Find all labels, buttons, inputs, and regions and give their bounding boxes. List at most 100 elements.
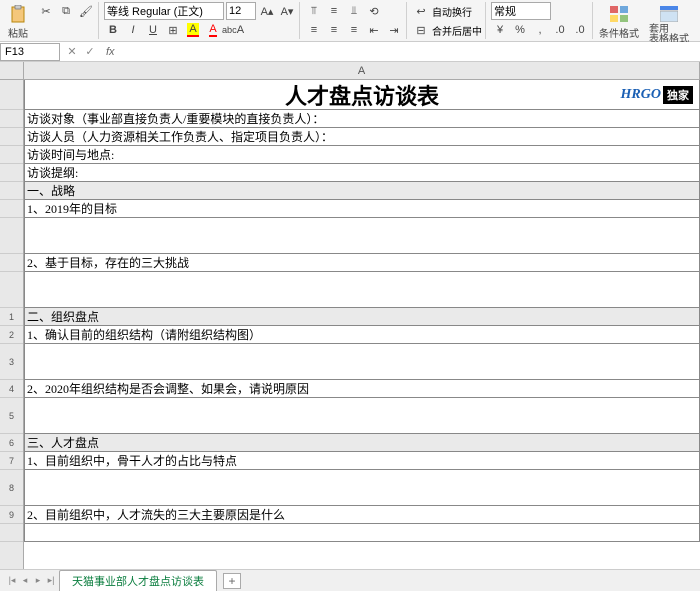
row-header[interactable] <box>0 272 23 308</box>
cell-row[interactable] <box>24 272 700 308</box>
copy-icon[interactable]: ⧉ <box>57 2 75 20</box>
cell-row[interactable]: 一、战略 <box>24 182 700 200</box>
enter-icon[interactable]: ✓ <box>82 44 98 60</box>
font-name-select[interactable] <box>104 2 224 20</box>
fill-color-button[interactable]: A <box>184 21 202 39</box>
row-header[interactable]: 4 <box>0 380 23 398</box>
bold-button[interactable]: B <box>104 21 122 39</box>
row-header[interactable] <box>0 254 23 272</box>
cell-row[interactable]: 访谈人员（人力资源相关工作负责人、指定项目负责人）： <box>24 128 700 146</box>
formula-input[interactable] <box>119 43 700 61</box>
row-header[interactable]: 3 <box>0 344 23 380</box>
cell-row[interactable]: 三、人才盘点 <box>24 434 700 452</box>
tab-last-icon[interactable]: ▸| <box>45 574 57 588</box>
align-right-icon[interactable]: ≡ <box>345 21 363 39</box>
cell-row[interactable]: 2、基于目标，存在的三大挑战 <box>24 254 700 272</box>
cell-row[interactable] <box>24 524 700 542</box>
currency-icon[interactable]: ¥ <box>491 21 509 39</box>
cell-text: 二、组织盘点 <box>27 308 99 325</box>
align-top-icon[interactable]: ⫪ <box>305 2 323 20</box>
underline-button[interactable]: U <box>144 21 162 39</box>
paste-button[interactable]: 粘贴 <box>4 2 32 42</box>
sheet-area: 123456789 人才盘点访谈表HRGO独家访谈对象（事业部直接负责人/重要模… <box>0 80 700 569</box>
cell-row[interactable]: 访谈提纲: <box>24 164 700 182</box>
align-left-icon[interactable]: ≡ <box>305 21 323 39</box>
increase-font-icon[interactable]: A▴ <box>258 2 276 20</box>
cell-text: 2、目前组织中，人才流失的三大主要原因是什么 <box>27 506 285 523</box>
clipboard-icon <box>8 4 28 24</box>
comma-icon[interactable]: , <box>531 21 549 39</box>
cell-row[interactable]: 1、目前组织中，骨干人才的占比与特点 <box>24 452 700 470</box>
inc-decimal-icon[interactable]: .0 <box>551 21 569 39</box>
hrgo-logo: HRGO独家 <box>621 86 693 104</box>
cell-row[interactable] <box>24 218 700 254</box>
row-header[interactable] <box>0 164 23 182</box>
select-all-corner[interactable] <box>0 62 24 79</box>
border-button[interactable]: ⊞ <box>164 21 182 39</box>
tab-prev-icon[interactable]: ◂ <box>19 574 31 588</box>
row-header[interactable] <box>0 110 23 128</box>
fx-icon[interactable]: fx <box>102 46 119 58</box>
cell-style-button[interactable]: 套用 表格格式 <box>645 2 693 47</box>
sheet-tab-active[interactable]: 天猫事业部人才盘点访谈表 <box>59 570 217 591</box>
cell-row[interactable] <box>24 398 700 434</box>
cancel-icon[interactable]: ✕ <box>64 44 80 60</box>
row-header[interactable] <box>0 80 23 110</box>
phonetic-button[interactable]: abcA <box>224 21 242 39</box>
indent-dec-icon[interactable]: ⇤ <box>365 21 383 39</box>
row-header[interactable]: 6 <box>0 434 23 452</box>
cut-icon[interactable]: ✂ <box>37 2 55 20</box>
row-header[interactable]: 2 <box>0 326 23 344</box>
cell-row[interactable] <box>24 470 700 506</box>
cell-text: 一、战略 <box>27 182 75 199</box>
cell-text: 访谈时间与地点: <box>27 146 114 163</box>
format-painter-icon[interactable]: 🖌 <box>77 2 95 20</box>
ribbon-toolbar: 粘贴 ✂ ⧉ 🖌 A▴ A▾ B I U ⊞ A A abcA ⫪ ≡ ⫫ <box>0 0 700 42</box>
row-header[interactable] <box>0 146 23 164</box>
font-size-select[interactable] <box>226 2 256 20</box>
row-header[interactable]: 9 <box>0 506 23 524</box>
cond-format-button[interactable]: 条件格式 <box>595 2 643 42</box>
cell-row[interactable]: 二、组织盘点 <box>24 308 700 326</box>
add-sheet-button[interactable]: + <box>223 573 241 589</box>
row-header[interactable]: 8 <box>0 470 23 506</box>
orientation-icon[interactable]: ⟲ <box>365 2 383 20</box>
percent-icon[interactable]: % <box>511 21 529 39</box>
font-color-button[interactable]: A <box>204 21 222 39</box>
cell-text: 访谈提纲: <box>27 164 78 181</box>
row-header[interactable] <box>0 218 23 254</box>
row-header[interactable] <box>0 200 23 218</box>
wrap-label: 自动换行 <box>432 4 472 19</box>
row-header[interactable] <box>0 524 23 542</box>
cells-area[interactable]: 人才盘点访谈表HRGO独家访谈对象（事业部直接负责人/重要模块的直接负责人）：访… <box>24 80 700 569</box>
cell-row[interactable]: 1、2019年的目标 <box>24 200 700 218</box>
row-header[interactable]: 5 <box>0 398 23 434</box>
wrap-icon[interactable]: ↩ <box>412 2 430 20</box>
cell-row[interactable]: 访谈时间与地点: <box>24 146 700 164</box>
merge-icon[interactable]: ⊟ <box>412 21 430 39</box>
number-format-select[interactable] <box>491 2 551 20</box>
col-header-a[interactable]: A <box>24 62 700 79</box>
cell-row[interactable]: 1、确认目前的组织结构（请附组织结构图） <box>24 326 700 344</box>
cell-row[interactable]: 2、2020年组织结构是否会调整、如果会，请说明原因 <box>24 380 700 398</box>
italic-button[interactable]: I <box>124 21 142 39</box>
indent-inc-icon[interactable]: ⇥ <box>385 21 403 39</box>
cell-row[interactable]: 人才盘点访谈表HRGO独家 <box>24 80 700 110</box>
align-middle-icon[interactable]: ≡ <box>325 2 343 20</box>
cell-row[interactable] <box>24 344 700 380</box>
name-box[interactable]: F13 <box>0 43 60 61</box>
tab-first-icon[interactable]: |◂ <box>6 574 18 588</box>
cell-text: 1、2019年的目标 <box>27 200 117 217</box>
tab-next-icon[interactable]: ▸ <box>32 574 44 588</box>
row-header[interactable] <box>0 182 23 200</box>
dec-decimal-icon[interactable]: .0 <box>571 21 589 39</box>
row-header[interactable] <box>0 128 23 146</box>
cell-row[interactable]: 2、目前组织中，人才流失的三大主要原因是什么 <box>24 506 700 524</box>
cell-row[interactable]: 访谈对象（事业部直接负责人/重要模块的直接负责人）： <box>24 110 700 128</box>
row-header[interactable]: 1 <box>0 308 23 326</box>
cell-text: 2、基于目标，存在的三大挑战 <box>27 254 189 271</box>
align-center-icon[interactable]: ≡ <box>325 21 343 39</box>
align-bottom-icon[interactable]: ⫫ <box>345 2 363 20</box>
row-header[interactable]: 7 <box>0 452 23 470</box>
decrease-font-icon[interactable]: A▾ <box>278 2 296 20</box>
